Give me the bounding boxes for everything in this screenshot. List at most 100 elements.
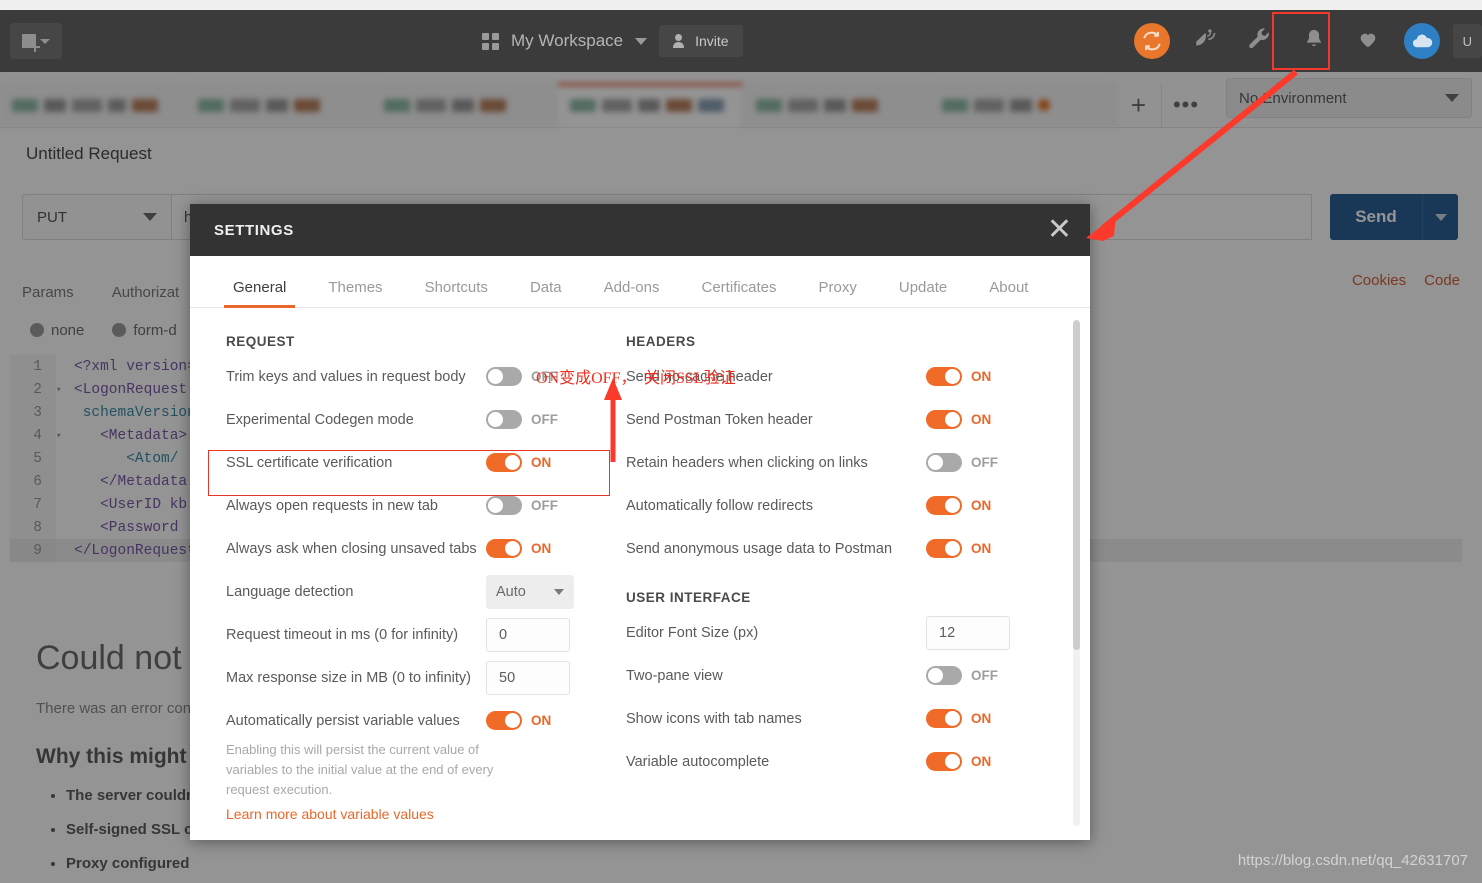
toggle-switch[interactable]	[486, 367, 522, 386]
invite-label: Invite	[695, 33, 729, 49]
toggle-switch[interactable]	[486, 711, 522, 730]
setting-label: Send Postman Token header	[626, 411, 813, 428]
toggle-switch[interactable]	[926, 709, 962, 728]
setting-send-anonymous-usage-data[interactable]: Send anonymous usage data to Postman ON	[626, 527, 1048, 570]
setting-label: Automatically follow redirects	[626, 497, 813, 514]
toggle-switch[interactable]	[926, 666, 962, 685]
setting-editor-font-size[interactable]: Editor Font Size (px) 12	[626, 611, 1048, 654]
chevron-down-icon	[554, 588, 564, 595]
toggle-state-label: ON	[531, 455, 552, 470]
request-timeout-value: 0	[499, 626, 508, 643]
setting-label: Max response size in MB (0 to infinity)	[226, 669, 471, 686]
settings-column-headers: HEADERS Send no-cache header ON Send Pos…	[608, 334, 1048, 840]
person-add-icon	[673, 34, 687, 48]
toggle-state-label: ON	[971, 412, 992, 427]
editor-font-size-value: 12	[939, 624, 956, 641]
tab-add-ons[interactable]: Add-ons	[583, 279, 681, 307]
new-button[interactable]	[10, 23, 62, 59]
toggle-state-label: ON	[971, 711, 992, 726]
setting-label: Always ask when closing unsaved tabs	[226, 540, 477, 557]
watermark-url: https://blog.csdn.net/qq_42631707	[1237, 852, 1468, 869]
setting-label: Editor Font Size (px)	[626, 624, 759, 641]
setting-always-open-new-tab[interactable]: Always open requests in new tab OFF	[226, 484, 608, 527]
toggle-state-label: OFF	[531, 412, 558, 427]
tab-about[interactable]: About	[968, 279, 1049, 307]
workspace-selector[interactable]: My Workspace Invite	[482, 10, 743, 72]
sync-button[interactable]	[1131, 20, 1173, 62]
setting-label: Request timeout in ms (0 for infinity)	[226, 626, 459, 643]
toggle-state-label: ON	[971, 541, 992, 556]
toggle-switch[interactable]	[486, 496, 522, 515]
setting-follow-redirects[interactable]: Automatically follow redirects ON	[626, 484, 1048, 527]
settings-title: SETTINGS	[214, 221, 294, 239]
toggle-switch[interactable]	[926, 410, 962, 429]
settings-body: REQUEST Trim keys and values in request …	[190, 308, 1090, 840]
notifications-button[interactable]	[1293, 20, 1335, 62]
invite-button[interactable]: Invite	[659, 25, 743, 57]
section-title-request: REQUEST	[226, 334, 295, 349]
max-response-size-value: 50	[499, 669, 516, 686]
toggle-state-label: OFF	[971, 668, 998, 683]
toggle-switch[interactable]	[926, 496, 962, 515]
setting-language-detection[interactable]: Language detection Auto	[226, 570, 608, 613]
toggle-switch[interactable]	[926, 453, 962, 472]
toggle-switch[interactable]	[486, 410, 522, 429]
account-avatar-button[interactable]	[1401, 20, 1443, 62]
close-icon[interactable]: ✕	[1047, 215, 1072, 245]
toggle-switch[interactable]	[926, 367, 962, 386]
satellite-icon	[1193, 26, 1219, 57]
setting-label: SSL certificate verification	[226, 454, 393, 471]
setting-label: Automatically persist variable values	[226, 712, 460, 729]
setting-show-icons-with-tab-names[interactable]: Show icons with tab names ON	[626, 697, 1048, 740]
settings-dialog: SETTINGS ✕ General Themes Shortcuts Data…	[190, 204, 1090, 840]
toggle-state-label: OFF	[531, 369, 558, 384]
toggle-switch[interactable]	[926, 539, 962, 558]
tab-proxy[interactable]: Proxy	[798, 279, 878, 307]
tab-general[interactable]: General	[212, 279, 307, 308]
toggle-state-label: ON	[531, 713, 552, 728]
setting-two-pane-view[interactable]: Two-pane view OFF	[626, 654, 1048, 697]
toggle-state-label: ON	[971, 498, 992, 513]
tab-certificates[interactable]: Certificates	[681, 279, 798, 307]
setting-max-response-size[interactable]: Max response size in MB (0 to infinity) …	[226, 656, 608, 699]
setting-request-timeout[interactable]: Request timeout in ms (0 for infinity) 0	[226, 613, 608, 656]
setting-persist-variable-values[interactable]: Automatically persist variable values ON	[226, 699, 608, 742]
setting-variable-autocomplete[interactable]: Variable autocomplete ON	[626, 740, 1048, 783]
editor-font-size-input[interactable]: 12	[926, 615, 1010, 650]
setting-label: Experimental Codegen mode	[226, 411, 414, 428]
toggle-switch[interactable]	[926, 752, 962, 771]
setting-trim-keys[interactable]: Trim keys and values in request body OFF	[226, 355, 608, 398]
setting-always-ask-closing-unsaved[interactable]: Always ask when closing unsaved tabs ON	[226, 527, 608, 570]
interceptor-button[interactable]	[1185, 20, 1227, 62]
section-title-headers: HEADERS	[626, 334, 696, 349]
tab-shortcuts[interactable]: Shortcuts	[404, 279, 509, 307]
setting-send-postman-token-header[interactable]: Send Postman Token header ON	[626, 398, 1048, 441]
request-timeout-input[interactable]: 0	[486, 617, 570, 652]
favorites-button[interactable]	[1347, 20, 1389, 62]
upgrade-button[interactable]: U	[1452, 24, 1482, 58]
max-response-size-input[interactable]: 50	[486, 660, 570, 695]
tab-themes[interactable]: Themes	[307, 279, 403, 307]
setting-retain-headers-on-links[interactable]: Retain headers when clicking on links OF…	[626, 441, 1048, 484]
bell-icon	[1303, 27, 1325, 56]
settings-column-request: REQUEST Trim keys and values in request …	[190, 334, 608, 840]
language-detection-select[interactable]: Auto	[486, 574, 574, 609]
setting-label: Always open requests in new tab	[226, 497, 438, 514]
setting-ssl-certificate-verification[interactable]: SSL certificate verification ON	[226, 441, 608, 484]
settings-scrollbar-thumb[interactable]	[1073, 320, 1080, 650]
toggle-switch[interactable]	[486, 539, 522, 558]
toggle-switch[interactable]	[486, 453, 522, 472]
settings-tabs: General Themes Shortcuts Data Add-ons Ce…	[190, 256, 1090, 308]
learn-more-link[interactable]: Learn more about variable values	[226, 806, 608, 822]
tab-data[interactable]: Data	[509, 279, 583, 307]
toggle-state-label: ON	[971, 369, 992, 384]
toggle-state-label: ON	[531, 541, 552, 556]
toggle-state-label: ON	[971, 754, 992, 769]
setting-label: Retain headers when clicking on links	[626, 454, 868, 471]
setting-send-no-cache-header[interactable]: Send no-cache header ON	[626, 355, 1048, 398]
setting-experimental-codegen[interactable]: Experimental Codegen mode OFF	[226, 398, 608, 441]
setting-label: Two-pane view	[626, 667, 723, 684]
section-title-user-interface: USER INTERFACE	[626, 590, 751, 605]
settings-wrench-button[interactable]	[1239, 20, 1281, 62]
tab-update[interactable]: Update	[878, 279, 968, 307]
